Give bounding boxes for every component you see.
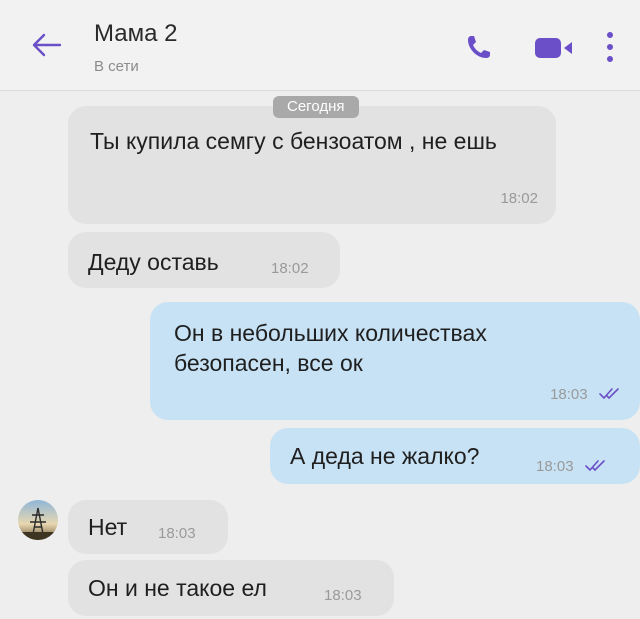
read-checkmarks-icon xyxy=(585,460,605,472)
message-bubble-incoming[interactable]: Он и не такое ел 18:03 xyxy=(68,560,394,616)
message-bubble-outgoing[interactable]: А деда не жалко? 18:03 xyxy=(270,428,640,484)
message-time: 18:02 xyxy=(271,260,309,277)
message-meta: 18:03 xyxy=(536,448,608,482)
message-bubble-incoming[interactable]: Нет 18:03 xyxy=(68,500,228,554)
more-vert-icon[interactable] xyxy=(604,30,616,64)
back-arrow-icon[interactable] xyxy=(28,30,64,60)
message-meta: 18:03 xyxy=(550,376,622,410)
phone-icon[interactable] xyxy=(464,32,494,62)
message-time: 18:03 xyxy=(550,386,588,403)
message-bubble-incoming[interactable]: Деду оставь 18:02 xyxy=(68,232,340,288)
message-time: 18:03 xyxy=(536,458,574,475)
message-text: Нет xyxy=(88,514,128,540)
date-divider: Сегодня xyxy=(273,96,359,118)
contact-status: В сети xyxy=(94,58,139,75)
message-text: Деду оставь xyxy=(88,249,219,275)
read-checkmarks-icon xyxy=(599,388,619,400)
message-text: А деда не жалко? xyxy=(290,443,480,469)
message-text: Ты купила семгу с бензоатом , не ешь xyxy=(90,128,497,154)
message-bubble-outgoing[interactable]: Он в небольших количествах безопасен, вс… xyxy=(150,302,640,420)
message-text: Он в небольших количествах безопасен, вс… xyxy=(174,320,487,376)
video-camera-icon[interactable] xyxy=(534,36,576,60)
message-text: Он и не такое ел xyxy=(88,575,267,601)
message-time: 18:02 xyxy=(500,190,538,207)
contact-name[interactable]: Мама 2 xyxy=(94,20,177,48)
message-bubble-incoming[interactable]: Ты купила семгу с бензоатом , не ешь 18:… xyxy=(68,106,556,224)
message-time: 18:03 xyxy=(324,587,362,604)
chat-header: Мама 2 В сети xyxy=(0,0,640,91)
contact-avatar[interactable] xyxy=(18,500,58,540)
message-time: 18:03 xyxy=(158,525,196,542)
